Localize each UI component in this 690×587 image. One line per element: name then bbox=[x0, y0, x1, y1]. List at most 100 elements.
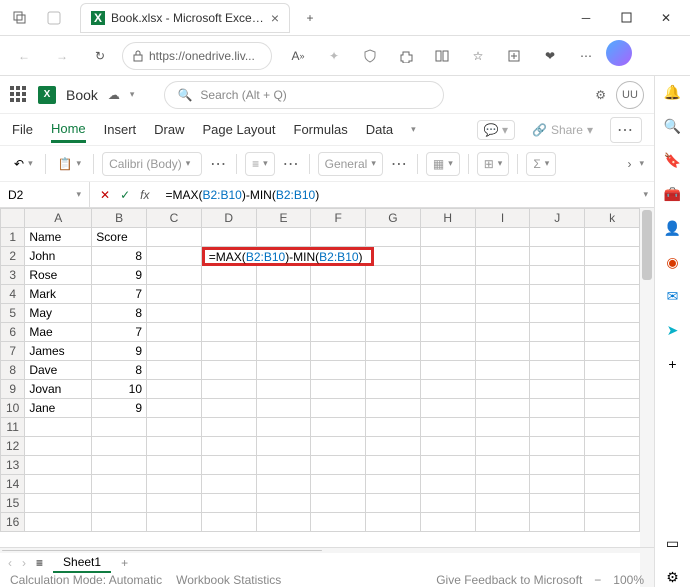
cell-E3[interactable] bbox=[256, 266, 311, 285]
cell-J1[interactable] bbox=[530, 228, 585, 247]
cell-F15[interactable] bbox=[311, 494, 366, 513]
row-header-10[interactable]: 10 bbox=[1, 399, 25, 418]
cell-J9[interactable] bbox=[530, 380, 585, 399]
fx-icon[interactable]: fx bbox=[140, 188, 149, 202]
row-header-11[interactable]: 11 bbox=[1, 418, 25, 437]
cell-E13[interactable] bbox=[256, 456, 311, 475]
row-header-8[interactable]: 8 bbox=[1, 361, 25, 380]
row-header-15[interactable]: 15 bbox=[1, 494, 25, 513]
cell-E6[interactable] bbox=[256, 323, 311, 342]
cell-G2[interactable] bbox=[366, 247, 421, 266]
zoom-level[interactable]: 100% bbox=[613, 573, 644, 587]
cell-F1[interactable] bbox=[311, 228, 366, 247]
cell-D9[interactable] bbox=[201, 380, 256, 399]
chat-icon[interactable]: 🔔 bbox=[663, 82, 683, 102]
cell-I13[interactable] bbox=[475, 456, 530, 475]
cell-B1[interactable]: Score bbox=[92, 228, 147, 247]
cell-H11[interactable] bbox=[420, 418, 475, 437]
cell-I2[interactable] bbox=[475, 247, 530, 266]
cell-A7[interactable]: James bbox=[25, 342, 92, 361]
cell-F9[interactable] bbox=[311, 380, 366, 399]
cell-B8[interactable]: 8 bbox=[92, 361, 147, 380]
cell-J5[interactable] bbox=[530, 304, 585, 323]
cell-k1[interactable] bbox=[585, 228, 640, 247]
cell-A1[interactable]: Name bbox=[25, 228, 92, 247]
cell-D1[interactable] bbox=[201, 228, 256, 247]
column-header-A[interactable]: A bbox=[25, 209, 92, 228]
cell-D2[interactable]: =MAX(B2:B10)-MIN(B2:B10) bbox=[201, 247, 256, 266]
menu-icon[interactable]: ⋯ bbox=[570, 40, 602, 72]
cell-D4[interactable] bbox=[201, 285, 256, 304]
column-header-I[interactable]: I bbox=[475, 209, 530, 228]
row-header-1[interactable]: 1 bbox=[1, 228, 25, 247]
cell-A5[interactable]: May bbox=[25, 304, 92, 323]
cell-G5[interactable] bbox=[366, 304, 421, 323]
cell-C11[interactable] bbox=[147, 418, 202, 437]
row-header-9[interactable]: 9 bbox=[1, 380, 25, 399]
cell-J14[interactable] bbox=[530, 475, 585, 494]
cell-k2[interactable] bbox=[585, 247, 640, 266]
sidebar-settings-icon[interactable]: ⚙ bbox=[663, 567, 683, 587]
cell-k14[interactable] bbox=[585, 475, 640, 494]
cell-k16[interactable] bbox=[585, 513, 640, 532]
cell-J13[interactable] bbox=[530, 456, 585, 475]
cell-E8[interactable] bbox=[256, 361, 311, 380]
cell-J11[interactable] bbox=[530, 418, 585, 437]
cell-G9[interactable] bbox=[366, 380, 421, 399]
cell-H8[interactable] bbox=[420, 361, 475, 380]
cell-I5[interactable] bbox=[475, 304, 530, 323]
cell-D13[interactable] bbox=[201, 456, 256, 475]
cell-A6[interactable]: Mae bbox=[25, 323, 92, 342]
toolbar-expand-icon[interactable]: › bbox=[627, 157, 631, 171]
cell-D6[interactable] bbox=[201, 323, 256, 342]
cell-H14[interactable] bbox=[420, 475, 475, 494]
cell-C6[interactable] bbox=[147, 323, 202, 342]
search-sidebar-icon[interactable]: 🔍 bbox=[663, 116, 683, 136]
settings-gear-icon[interactable]: ⚙ bbox=[595, 88, 606, 102]
wb-stats-label[interactable]: Workbook Statistics bbox=[176, 573, 281, 587]
cell-H4[interactable] bbox=[420, 285, 475, 304]
cell-J7[interactable] bbox=[530, 342, 585, 361]
minimize-button[interactable]: ─ bbox=[566, 2, 606, 34]
formula-input[interactable]: =MAX(B2:B10)-MIN(B2:B10) bbox=[159, 188, 643, 202]
ribbon-more-button[interactable]: ⋯ bbox=[610, 117, 642, 143]
next-sheet-icon[interactable]: › bbox=[22, 556, 26, 570]
cell-D14[interactable] bbox=[201, 475, 256, 494]
cell-B16[interactable] bbox=[92, 513, 147, 532]
cell-A8[interactable]: Dave bbox=[25, 361, 92, 380]
cell-E4[interactable] bbox=[256, 285, 311, 304]
cell-k3[interactable] bbox=[585, 266, 640, 285]
tab-formulas[interactable]: Formulas bbox=[294, 118, 348, 141]
url-input[interactable]: https://onedrive.liv... bbox=[122, 42, 272, 70]
cell-C16[interactable] bbox=[147, 513, 202, 532]
cell-I15[interactable] bbox=[475, 494, 530, 513]
cell-I14[interactable] bbox=[475, 475, 530, 494]
cell-I16[interactable] bbox=[475, 513, 530, 532]
cell-E1[interactable] bbox=[256, 228, 311, 247]
cell-A4[interactable]: Mark bbox=[25, 285, 92, 304]
cell-A14[interactable] bbox=[25, 475, 92, 494]
cell-G15[interactable] bbox=[366, 494, 421, 513]
shopping-icon[interactable]: 🔖 bbox=[663, 150, 683, 170]
column-header-C[interactable]: C bbox=[147, 209, 202, 228]
cell-F3[interactable] bbox=[311, 266, 366, 285]
all-sheets-icon[interactable]: ≡ bbox=[36, 556, 43, 570]
row-header-14[interactable]: 14 bbox=[1, 475, 25, 494]
cell-J12[interactable] bbox=[530, 437, 585, 456]
select-all-cell[interactable] bbox=[1, 209, 25, 228]
row-header-4[interactable]: 4 bbox=[1, 285, 25, 304]
paste-button[interactable]: 📋 bbox=[58, 157, 73, 171]
cell-E11[interactable] bbox=[256, 418, 311, 437]
cell-k8[interactable] bbox=[585, 361, 640, 380]
column-header-E[interactable]: E bbox=[256, 209, 311, 228]
cell-G8[interactable] bbox=[366, 361, 421, 380]
cell-k15[interactable] bbox=[585, 494, 640, 513]
name-box[interactable]: D2▾ bbox=[0, 182, 90, 207]
collapse-ribbon-icon[interactable]: ▾ bbox=[639, 158, 644, 169]
cell-H2[interactable] bbox=[420, 247, 475, 266]
tab-data[interactable]: Data bbox=[366, 118, 393, 141]
cell-G1[interactable] bbox=[366, 228, 421, 247]
cell-G13[interactable] bbox=[366, 456, 421, 475]
cell-I3[interactable] bbox=[475, 266, 530, 285]
spreadsheet-grid[interactable]: ABCDEFGHIJk1NameScore2John8=MAX(B2:B10)-… bbox=[0, 208, 654, 587]
